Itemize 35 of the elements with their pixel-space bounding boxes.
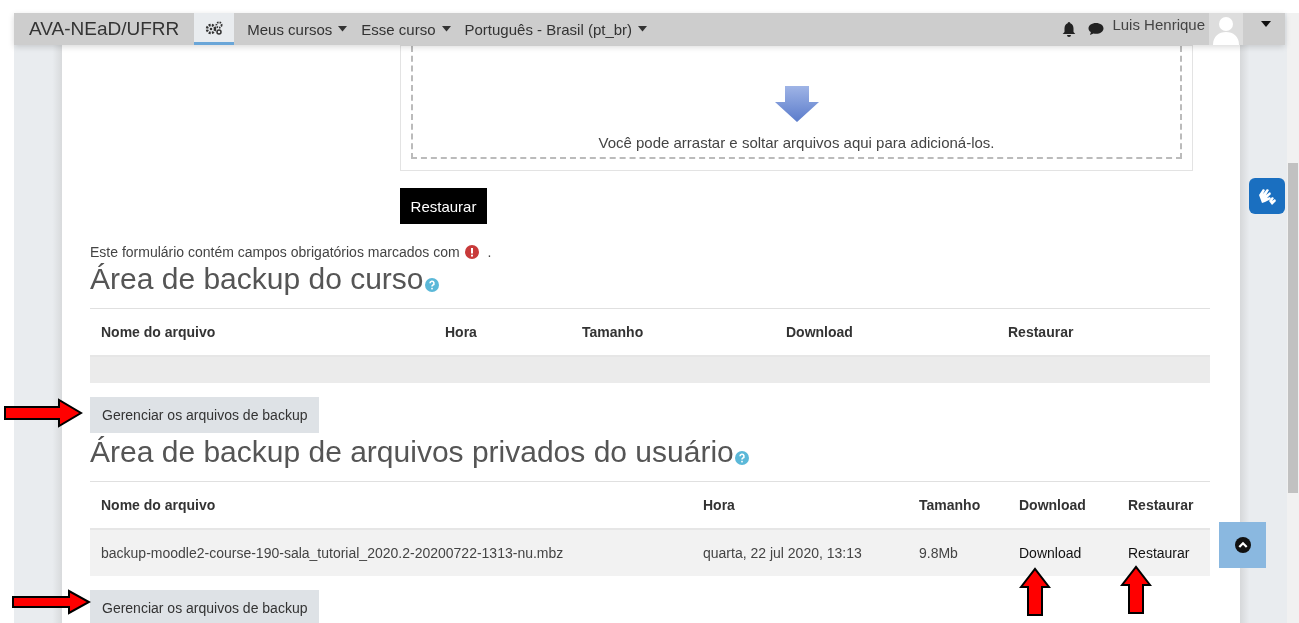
caret-icon xyxy=(638,26,648,32)
required-note: Este formulário contém campos obrigatórios marcados com xyxy=(90,244,460,260)
caret-icon xyxy=(441,26,451,32)
chat-icon[interactable] xyxy=(1088,22,1105,36)
scroll-top-button[interactable] xyxy=(1219,522,1266,568)
menu-dropdown[interactable]: Português - Brasil (pt_br) xyxy=(457,20,655,38)
menu-dropdown[interactable]: Esse curso xyxy=(354,20,458,38)
note-period: . xyxy=(487,244,492,260)
caret-icon xyxy=(338,26,348,32)
gears-icon xyxy=(205,20,224,35)
table-cell: backup-moodle2-course-190-sala_tutorial_2020.2-20200722-1313-nu.mbz xyxy=(90,529,692,576)
table-cell: 9.8Mb xyxy=(908,529,1008,576)
exclamation-icon xyxy=(464,245,479,259)
accessibility-button[interactable] xyxy=(1249,178,1285,214)
table-cell: quarta, 22 jul 2020, 13:13 xyxy=(692,529,908,576)
pointer-arrow-icon xyxy=(1120,565,1152,615)
section-title: Área de backup do curso xyxy=(90,261,424,297)
restore-button[interactable]: Restaurar xyxy=(400,188,487,224)
menu-dropdown[interactable]: Meus cursos xyxy=(240,20,355,38)
manage-backup-button[interactable]: Gerenciar os arquivos de backup xyxy=(90,590,320,623)
user-name[interactable]: Luis Henrique xyxy=(1112,15,1205,33)
drop-hint: Você pode arrastar e soltar arquivos aqui para adicioná-los. xyxy=(598,134,995,151)
chevron-up-icon xyxy=(1234,537,1251,553)
section-title: Área de backup de arquivos privados do usuário xyxy=(90,434,734,470)
scrollbar[interactable] xyxy=(1287,13,1299,623)
pointer-arrow-icon xyxy=(1019,567,1051,617)
pointer-arrow-icon xyxy=(3,398,83,428)
settings-tab[interactable] xyxy=(194,13,235,45)
bell-icon[interactable] xyxy=(1062,21,1077,37)
pointer-arrow-icon xyxy=(11,589,91,615)
drop-zone[interactable]: Você pode arrastar e soltar arquivos aqui para adicioná-los. xyxy=(411,46,1182,159)
caret-icon[interactable] xyxy=(1261,21,1271,27)
site-name[interactable]: AVA-NEaD/UFRR xyxy=(14,18,195,40)
download-link[interactable]: Download xyxy=(1019,545,1082,561)
manage-backup-button[interactable]: Gerenciar os arquivos de backup xyxy=(90,397,320,433)
